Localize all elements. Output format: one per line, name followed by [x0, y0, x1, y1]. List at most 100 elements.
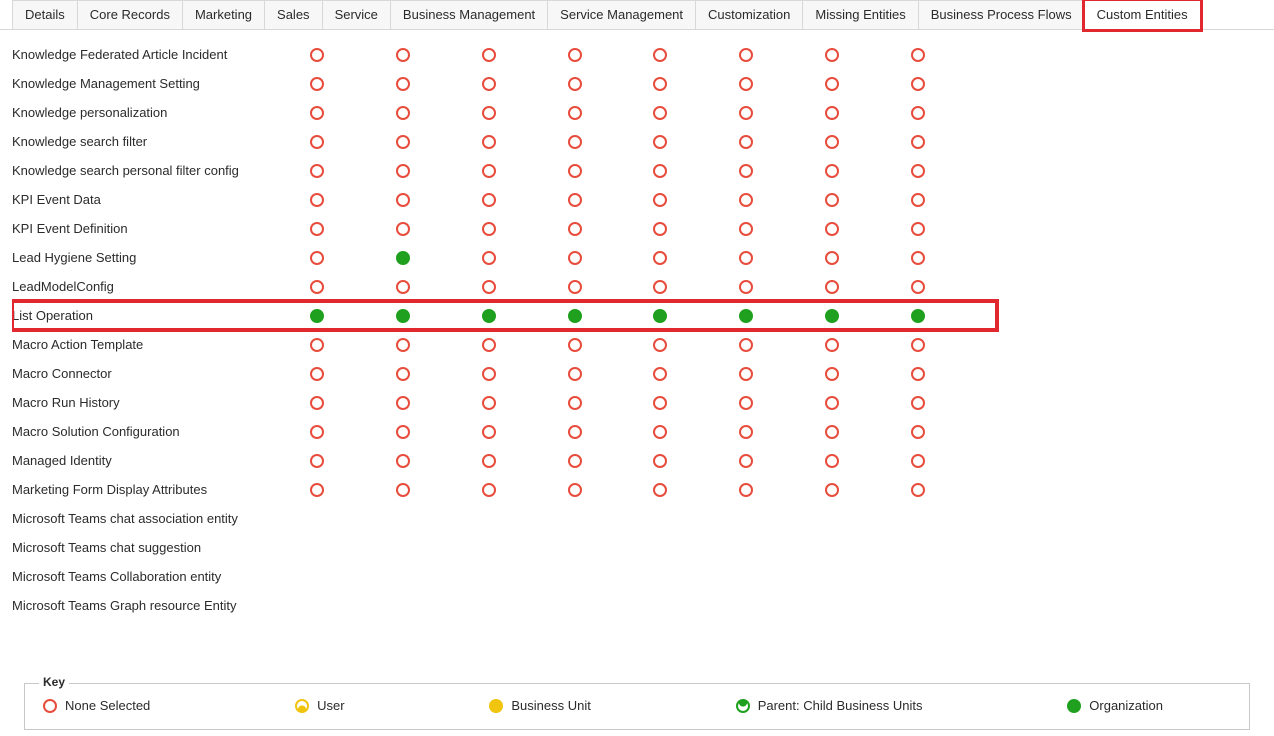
- tab-customization[interactable]: Customization: [695, 0, 803, 30]
- privilege-toggle[interactable]: [396, 135, 410, 149]
- privilege-toggle[interactable]: [739, 338, 753, 352]
- entity-name[interactable]: Knowledge search filter: [12, 127, 310, 156]
- privilege-toggle[interactable]: [739, 193, 753, 207]
- privilege-toggle[interactable]: [911, 251, 925, 265]
- privilege-toggle[interactable]: [653, 77, 667, 91]
- privilege-toggle[interactable]: [653, 193, 667, 207]
- privilege-toggle[interactable]: [911, 164, 925, 178]
- privilege-toggle[interactable]: [911, 48, 925, 62]
- privilege-toggle[interactable]: [310, 106, 324, 120]
- privilege-toggle[interactable]: [310, 280, 324, 294]
- privilege-toggle[interactable]: [653, 48, 667, 62]
- privilege-toggle[interactable]: [310, 164, 324, 178]
- entity-name[interactable]: Knowledge search personal filter config: [12, 156, 310, 185]
- privilege-toggle[interactable]: [911, 280, 925, 294]
- entity-name[interactable]: List Operation: [12, 301, 310, 330]
- privilege-toggle[interactable]: [653, 280, 667, 294]
- privilege-toggle[interactable]: [310, 338, 324, 352]
- privilege-toggle[interactable]: [825, 425, 839, 439]
- privilege-toggle[interactable]: [310, 483, 324, 497]
- privilege-toggle[interactable]: [482, 193, 496, 207]
- privilege-toggle[interactable]: [739, 280, 753, 294]
- tab-service-management[interactable]: Service Management: [547, 0, 696, 30]
- privilege-toggle[interactable]: [911, 309, 925, 323]
- privilege-toggle[interactable]: [739, 77, 753, 91]
- privilege-toggle[interactable]: [825, 483, 839, 497]
- privilege-toggle[interactable]: [739, 106, 753, 120]
- privilege-toggle[interactable]: [739, 222, 753, 236]
- privilege-toggle[interactable]: [568, 106, 582, 120]
- privilege-toggle[interactable]: [568, 309, 582, 323]
- privilege-toggle[interactable]: [310, 425, 324, 439]
- privilege-toggle[interactable]: [911, 454, 925, 468]
- tab-details[interactable]: Details: [12, 0, 78, 30]
- privilege-toggle[interactable]: [568, 338, 582, 352]
- privilege-toggle[interactable]: [825, 193, 839, 207]
- privilege-toggle[interactable]: [739, 309, 753, 323]
- privilege-toggle[interactable]: [568, 48, 582, 62]
- privilege-toggle[interactable]: [396, 48, 410, 62]
- privilege-toggle[interactable]: [653, 367, 667, 381]
- privilege-toggle[interactable]: [396, 454, 410, 468]
- privilege-toggle[interactable]: [310, 222, 324, 236]
- privilege-toggle[interactable]: [739, 164, 753, 178]
- privilege-toggle[interactable]: [482, 222, 496, 236]
- entity-name[interactable]: Microsoft Teams chat suggestion: [12, 533, 310, 562]
- privilege-toggle[interactable]: [310, 135, 324, 149]
- privilege-toggle[interactable]: [653, 135, 667, 149]
- privilege-toggle[interactable]: [310, 48, 324, 62]
- entity-name[interactable]: Macro Connector: [12, 359, 310, 388]
- privilege-toggle[interactable]: [739, 367, 753, 381]
- privilege-toggle[interactable]: [653, 338, 667, 352]
- privilege-toggle[interactable]: [911, 135, 925, 149]
- entity-name[interactable]: Knowledge Management Setting: [12, 69, 310, 98]
- privilege-toggle[interactable]: [911, 483, 925, 497]
- entity-name[interactable]: Macro Run History: [12, 388, 310, 417]
- privilege-toggle[interactable]: [482, 280, 496, 294]
- entity-name[interactable]: Managed Identity: [12, 446, 310, 475]
- privilege-toggle[interactable]: [396, 77, 410, 91]
- privilege-toggle[interactable]: [396, 309, 410, 323]
- privilege-toggle[interactable]: [653, 425, 667, 439]
- privilege-toggle[interactable]: [568, 135, 582, 149]
- privilege-toggle[interactable]: [482, 483, 496, 497]
- privilege-toggle[interactable]: [396, 338, 410, 352]
- entity-name[interactable]: Macro Solution Configuration: [12, 417, 310, 446]
- privilege-toggle[interactable]: [911, 193, 925, 207]
- privilege-toggle[interactable]: [739, 48, 753, 62]
- privilege-toggle[interactable]: [568, 483, 582, 497]
- privilege-toggle[interactable]: [568, 77, 582, 91]
- privilege-toggle[interactable]: [825, 251, 839, 265]
- entity-name[interactable]: Macro Action Template: [12, 330, 310, 359]
- privilege-toggle[interactable]: [482, 251, 496, 265]
- privilege-toggle[interactable]: [825, 222, 839, 236]
- privilege-toggle[interactable]: [482, 77, 496, 91]
- privilege-toggle[interactable]: [568, 164, 582, 178]
- privilege-toggle[interactable]: [911, 106, 925, 120]
- privilege-toggle[interactable]: [825, 77, 839, 91]
- privilege-toggle[interactable]: [568, 396, 582, 410]
- privilege-toggle[interactable]: [482, 48, 496, 62]
- privilege-toggle[interactable]: [310, 454, 324, 468]
- privilege-toggle[interactable]: [911, 77, 925, 91]
- privilege-toggle[interactable]: [310, 396, 324, 410]
- privilege-toggle[interactable]: [482, 135, 496, 149]
- privilege-toggle[interactable]: [482, 396, 496, 410]
- privilege-toggle[interactable]: [568, 367, 582, 381]
- privilege-toggle[interactable]: [739, 396, 753, 410]
- privilege-toggle[interactable]: [396, 106, 410, 120]
- tab-business-management[interactable]: Business Management: [390, 0, 548, 30]
- privilege-toggle[interactable]: [482, 454, 496, 468]
- entity-name[interactable]: Knowledge Federated Article Incident: [12, 40, 310, 69]
- privilege-toggle[interactable]: [396, 425, 410, 439]
- privilege-toggle[interactable]: [911, 425, 925, 439]
- privilege-toggle[interactable]: [396, 280, 410, 294]
- entity-name[interactable]: LeadModelConfig: [12, 272, 310, 301]
- entity-name[interactable]: Marketing Form Display Attributes: [12, 475, 310, 504]
- tab-missing-entities[interactable]: Missing Entities: [802, 0, 918, 30]
- tab-sales[interactable]: Sales: [264, 0, 323, 30]
- privilege-toggle[interactable]: [568, 454, 582, 468]
- privilege-toggle[interactable]: [310, 193, 324, 207]
- privilege-toggle[interactable]: [911, 222, 925, 236]
- privilege-toggle[interactable]: [911, 338, 925, 352]
